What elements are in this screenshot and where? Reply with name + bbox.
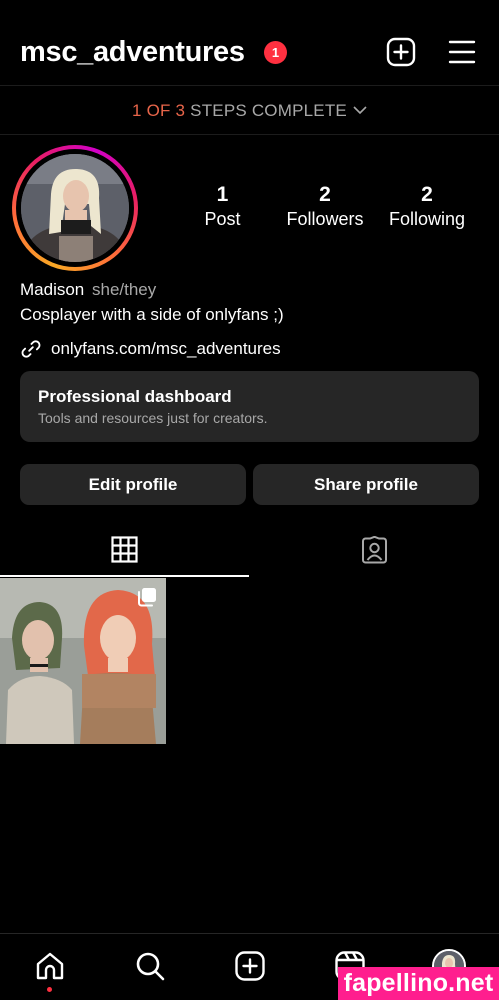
stat-posts[interactable]: 1 Post (185, 183, 260, 230)
bio-text: Cosplayer with a side of onlyfans ;) (20, 305, 284, 324)
active-tab-indicator (0, 575, 249, 577)
posts-label: Post (204, 209, 241, 229)
share-profile-button[interactable]: Share profile (253, 464, 479, 505)
grid-icon (111, 536, 138, 563)
multiple-photos-icon (138, 588, 156, 607)
display-name-row: Madison she/they (20, 280, 156, 300)
home-activity-dot (47, 987, 52, 992)
chevron-down-icon (353, 106, 367, 115)
home-icon[interactable] (34, 950, 66, 982)
steps-label: STEPS COMPLETE (190, 100, 347, 120)
dashboard-subtitle: Tools and resources just for creators. (38, 410, 268, 426)
professional-dashboard-card[interactable]: Professional dashboard Tools and resourc… (20, 371, 479, 442)
profile-avatar[interactable] (21, 154, 129, 262)
stat-followers[interactable]: 2 Followers (281, 183, 369, 230)
new-post-icon[interactable] (386, 37, 416, 67)
followers-count: 2 (319, 183, 331, 206)
following-count: 2 (421, 183, 433, 206)
tagged-icon (361, 536, 387, 564)
profile-header: msc_adventures 1 (0, 0, 499, 86)
notification-badge: 1 (264, 41, 287, 64)
menu-icon[interactable] (447, 39, 477, 65)
tab-tagged[interactable] (249, 526, 499, 578)
bio-link[interactable]: onlyfans.com/msc_adventures (20, 338, 281, 360)
username-switcher[interactable]: msc_adventures (20, 36, 245, 69)
watermark: fapellino.net (338, 967, 499, 1000)
steps-done-count: 1 OF 3 (132, 100, 186, 120)
link-icon (21, 340, 41, 358)
story-ring[interactable] (12, 145, 138, 271)
create-icon[interactable] (234, 950, 266, 982)
followers-label: Followers (286, 209, 364, 229)
profile-setup-progress[interactable]: 1 OF 3 STEPS COMPLETE (0, 87, 499, 135)
post-thumbnail[interactable] (0, 578, 166, 744)
stat-following[interactable]: 2 Following (382, 183, 472, 230)
following-label: Following (388, 209, 466, 229)
display-name: Madison (20, 280, 85, 299)
bio-link-text: onlyfans.com/msc_adventures (51, 339, 281, 358)
tab-posts-grid[interactable] (0, 526, 249, 578)
search-icon[interactable] (134, 950, 166, 982)
posts-count: 1 (216, 183, 229, 206)
pronouns: she/they (92, 280, 157, 299)
edit-profile-button[interactable]: Edit profile (20, 464, 246, 505)
dashboard-title: Professional dashboard (38, 387, 232, 406)
